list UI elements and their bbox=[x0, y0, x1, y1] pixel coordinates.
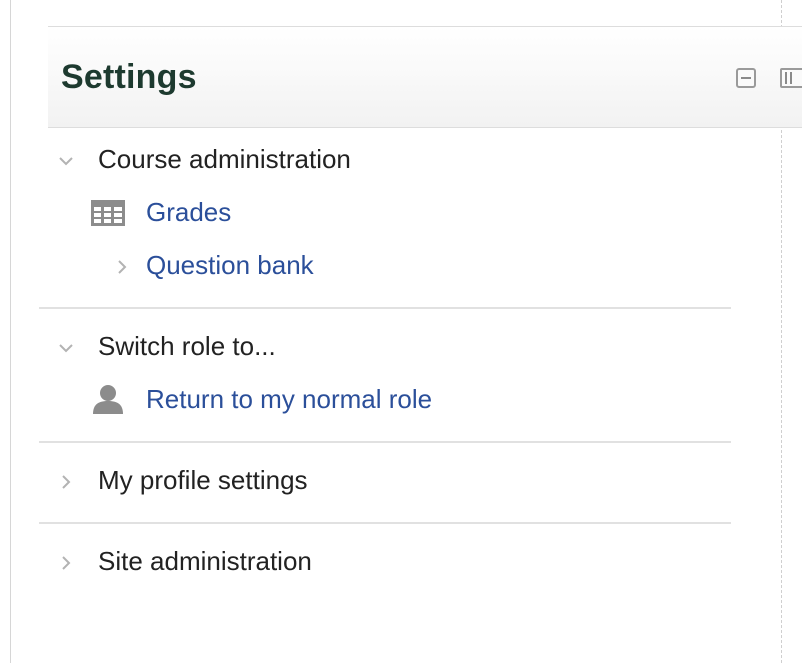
settings-tree: Course administration Grades Question ba… bbox=[39, 134, 731, 589]
tree-node-course-administration[interactable]: Course administration bbox=[39, 134, 731, 187]
tree-node-switch-role[interactable]: Switch role to... bbox=[39, 321, 731, 374]
block-title: Settings bbox=[61, 58, 197, 96]
tree-node-site-administration[interactable]: Site administration bbox=[39, 536, 731, 589]
tree-item-return-role[interactable]: Return to my normal role bbox=[39, 374, 731, 427]
grades-table-icon bbox=[91, 200, 125, 226]
question-bank-link[interactable]: Question bank bbox=[146, 250, 314, 281]
chevron-right-icon[interactable] bbox=[113, 258, 131, 276]
tree-item-question-bank[interactable]: Question bank bbox=[39, 240, 731, 293]
page-frame: Settings Course administration Grades Qu… bbox=[0, 0, 802, 663]
block-header: Settings bbox=[48, 26, 802, 128]
tree-node-label[interactable]: My profile settings bbox=[98, 465, 308, 496]
header-actions bbox=[736, 65, 802, 93]
dock-icon[interactable] bbox=[780, 68, 802, 88]
tree-node-label[interactable]: Course administration bbox=[98, 144, 351, 175]
collapse-icon[interactable] bbox=[736, 68, 756, 88]
grades-link[interactable]: Grades bbox=[146, 197, 231, 228]
tree-node-label[interactable]: Switch role to... bbox=[98, 331, 276, 362]
chevron-right-icon[interactable] bbox=[57, 473, 75, 491]
tree-node-label[interactable]: Site administration bbox=[98, 546, 312, 577]
chevron-right-icon[interactable] bbox=[57, 554, 75, 572]
chevron-down-icon[interactable] bbox=[57, 339, 75, 357]
chevron-down-icon[interactable] bbox=[57, 152, 75, 170]
tree-item-grades[interactable]: Grades bbox=[39, 187, 731, 240]
return-role-link[interactable]: Return to my normal role bbox=[146, 384, 432, 415]
left-border bbox=[10, 0, 11, 663]
user-icon bbox=[91, 384, 125, 414]
tree-node-profile-settings[interactable]: My profile settings bbox=[39, 455, 731, 508]
